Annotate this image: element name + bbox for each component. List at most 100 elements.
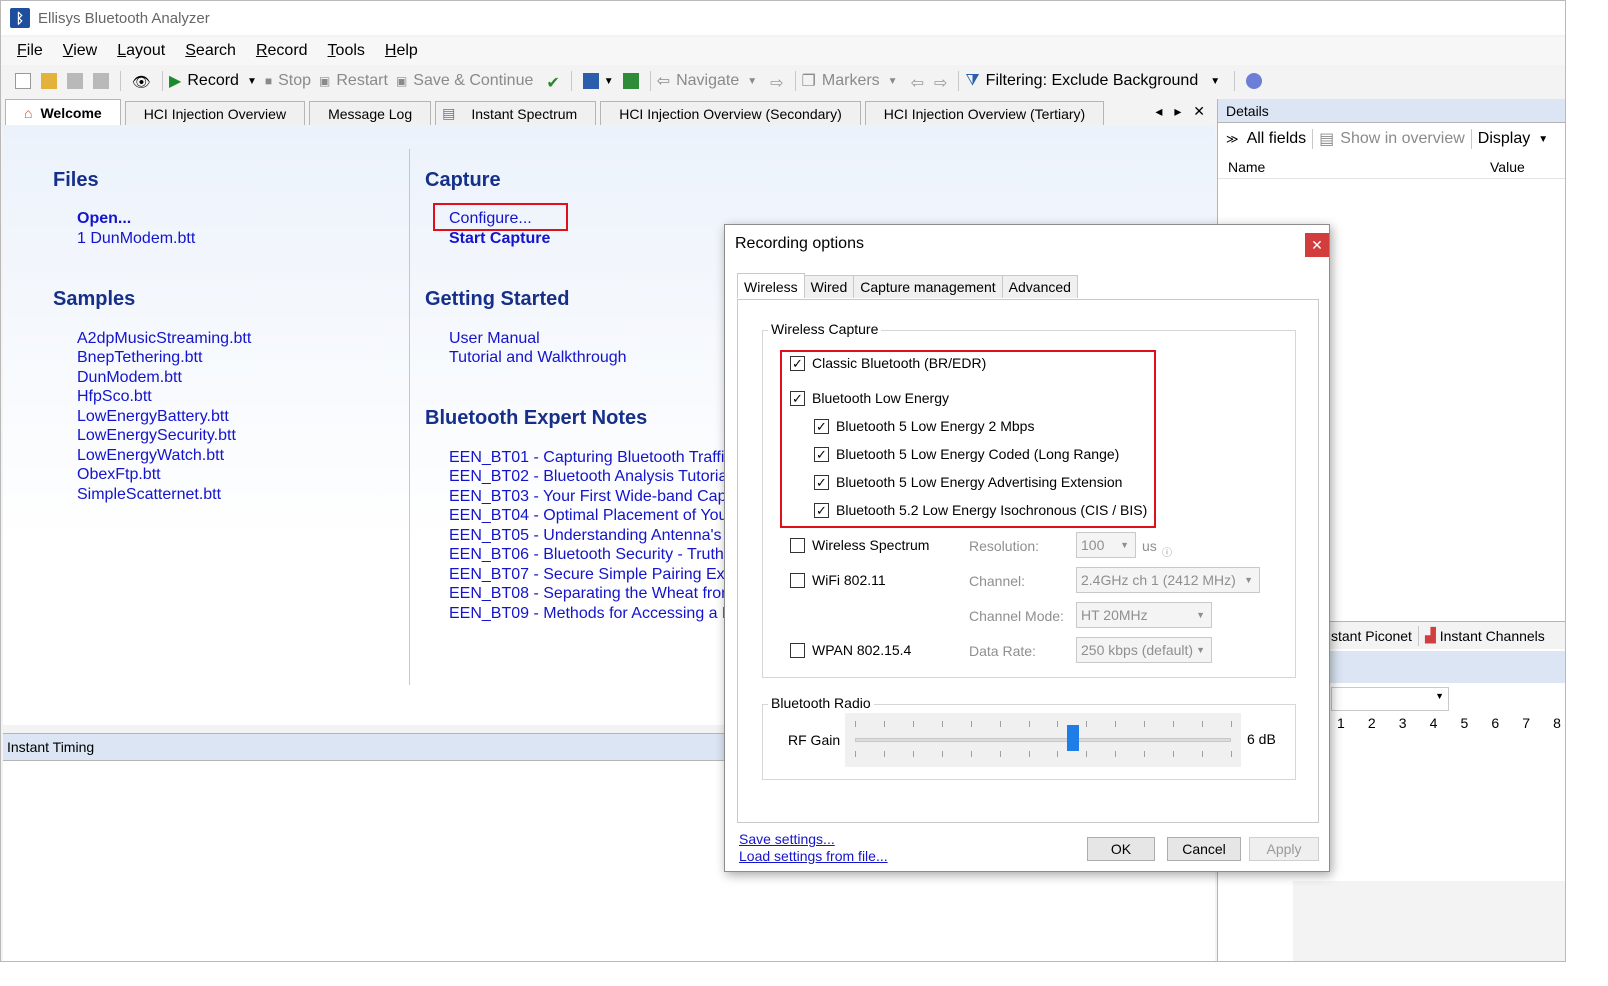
- stop-button[interactable]: ■ Stop: [265, 72, 311, 90]
- sample-link[interactable]: LowEnergySecurity.btt: [77, 426, 236, 446]
- save-all-icon[interactable]: [93, 73, 109, 89]
- open-folder-icon[interactable]: [41, 73, 57, 89]
- tab-scroll-right-icon[interactable]: ▸: [1174, 103, 1181, 119]
- help-shield-icon[interactable]: [1246, 73, 1263, 89]
- menu-tools[interactable]: Tools: [328, 42, 365, 60]
- column-value[interactable]: Value: [1490, 159, 1525, 175]
- tab-instant-spectrum[interactable]: ▤ Instant Spectrum: [435, 101, 597, 125]
- tab-capture-management[interactable]: Capture management: [853, 275, 1003, 298]
- wireless-spectrum-checkbox[interactable]: Wireless Spectrum: [790, 537, 929, 553]
- wifi-checkbox[interactable]: WiFi 802.11: [790, 572, 886, 588]
- cancel-button[interactable]: Cancel: [1167, 837, 1241, 861]
- recent-file-link[interactable]: 1 DunModem.btt: [77, 229, 195, 249]
- tab-message-log[interactable]: Message Log: [309, 101, 432, 125]
- expert-note-link[interactable]: EEN_BT03 - Your First Wide-band Captu: [449, 487, 740, 507]
- tab-hci-injection-overview[interactable]: HCI Injection Overview: [124, 101, 306, 125]
- data-rate-select[interactable]: 250 kbps (default) ▼: [1076, 637, 1212, 663]
- sample-link[interactable]: DunModem.btt: [77, 368, 182, 388]
- close-icon[interactable]: ✕: [1193, 103, 1205, 119]
- resolution-select[interactable]: 100 ▼: [1076, 532, 1136, 558]
- new-file-icon[interactable]: [15, 73, 31, 89]
- start-capture-link[interactable]: Start Capture: [449, 229, 550, 249]
- expert-note-link[interactable]: EEN_BT06 - Bluetooth Security - Truths: [449, 545, 732, 565]
- show-in-overview-button[interactable]: Show in overview: [1340, 130, 1465, 148]
- expert-note-link[interactable]: EEN_BT09 - Methods for Accessing a Lin: [449, 604, 743, 624]
- menu-file[interactable]: File: [17, 42, 43, 60]
- tab-hci-injection-secondary[interactable]: HCI Injection Overview (Secondary): [600, 101, 861, 125]
- markers-button[interactable]: ❐ Markers ▼: [802, 71, 898, 91]
- instant-timing-header: Instant Timing: [3, 733, 733, 761]
- ble-isochronous-checkbox[interactable]: ✓ Bluetooth 5.2 Low Energy Isochronous (C…: [814, 502, 1147, 518]
- menu-help[interactable]: Help: [385, 42, 418, 60]
- sample-link[interactable]: ObexFtp.btt: [77, 465, 161, 485]
- chevron-down-icon[interactable]: ▼: [1538, 134, 1548, 145]
- slider-thumb[interactable]: [1067, 725, 1080, 751]
- tab-instant-piconet[interactable]: stant Piconet: [1331, 628, 1412, 644]
- save-continue-button[interactable]: ▣ Save & Continue: [396, 72, 533, 90]
- filtering-button[interactable]: ⧩ Filtering: Exclude Background ▼: [965, 72, 1220, 90]
- open-link[interactable]: Open...: [77, 209, 131, 229]
- ok-button[interactable]: OK: [1087, 837, 1155, 861]
- expert-note-link[interactable]: EEN_BT08 - Separating the Wheat from: [449, 584, 734, 604]
- sample-link[interactable]: LowEnergyBattery.btt: [77, 407, 229, 427]
- channel-select[interactable]: 2.4GHz ch 1 (2412 MHz) ▼: [1076, 567, 1260, 593]
- rf-gain-slider[interactable]: [845, 713, 1241, 767]
- menu-view[interactable]: View: [63, 42, 97, 60]
- apply-button[interactable]: Apply: [1249, 837, 1319, 861]
- expert-note-link[interactable]: EEN_BT02 - Bluetooth Analysis Tutorial: [449, 467, 731, 487]
- channels-dropdown[interactable]: ▼: [1331, 687, 1449, 711]
- dialog-close-icon[interactable]: ✕: [1305, 233, 1329, 257]
- save-icon[interactable]: [67, 73, 83, 89]
- set-icon[interactable]: [582, 73, 599, 89]
- sample-link[interactable]: HfpSco.btt: [77, 387, 152, 407]
- sample-link[interactable]: A2dpMusicStreaming.btt: [77, 329, 251, 349]
- configure-link[interactable]: Configure...: [449, 209, 532, 229]
- menu-layout[interactable]: Layout: [117, 42, 165, 60]
- tab-wireless[interactable]: Wireless: [737, 273, 805, 298]
- navigate-button[interactable]: ⇦ Navigate ▼: [657, 71, 757, 91]
- sample-link[interactable]: BnepTethering.btt: [77, 348, 202, 368]
- all-fields-button[interactable]: All fields: [1247, 130, 1307, 148]
- sample-link[interactable]: LowEnergyWatch.btt: [77, 446, 224, 466]
- ble-2mbps-checkbox[interactable]: ✓ Bluetooth 5 Low Energy 2 Mbps: [814, 418, 1034, 434]
- tab-advanced[interactable]: Advanced: [1001, 275, 1078, 298]
- menu-record[interactable]: Record: [256, 42, 308, 60]
- marker-next-icon[interactable]: ⇨: [934, 73, 947, 92]
- check-icon[interactable]: ✔: [546, 73, 559, 92]
- chevron-down-icon[interactable]: ▼: [604, 76, 614, 87]
- reset-icon[interactable]: [622, 73, 639, 89]
- save-settings-link[interactable]: Save settings...: [739, 831, 835, 847]
- menu-search[interactable]: Search: [185, 42, 236, 60]
- home-icon: ⌂: [24, 104, 33, 121]
- expert-note-link[interactable]: EEN_BT07 - Secure Simple Pairing Expl: [449, 565, 737, 585]
- expert-note-link[interactable]: EEN_BT01 - Capturing Bluetooth Traffic,: [449, 448, 737, 468]
- ble-checkbox[interactable]: ✓ Bluetooth Low Energy: [790, 390, 949, 406]
- expert-note-link[interactable]: EEN_BT04 - Optimal Placement of Your: [449, 506, 733, 526]
- ble-adv-ext-checkbox[interactable]: ✓ Bluetooth 5 Low Energy Advertising Exte…: [814, 474, 1122, 490]
- load-settings-link[interactable]: Load settings from file...: [739, 848, 888, 864]
- column-name[interactable]: Name: [1228, 159, 1490, 175]
- tab-hci-injection-tertiary[interactable]: HCI Injection Overview (Tertiary): [864, 101, 1105, 125]
- display-button[interactable]: Display: [1478, 130, 1530, 148]
- channel-number: 1: [1337, 715, 1345, 731]
- channel-mode-select[interactable]: HT 20MHz ▼: [1076, 602, 1212, 628]
- details-header: Details: [1218, 99, 1565, 123]
- collapse-icon[interactable]: ≫: [1226, 132, 1239, 146]
- binoculars-icon[interactable]: 👁: [132, 73, 151, 91]
- tutorial-link[interactable]: Tutorial and Walkthrough: [449, 348, 627, 368]
- tab-scroll-left-icon[interactable]: ◂: [1155, 103, 1162, 119]
- record-button[interactable]: ▶ Record ▼: [169, 71, 257, 91]
- ble-coded-checkbox[interactable]: ✓ Bluetooth 5 Low Energy Coded (Long Rang…: [814, 446, 1119, 462]
- wpan-checkbox[interactable]: WPAN 802.15.4: [790, 642, 911, 658]
- expert-note-link[interactable]: EEN_BT05 - Understanding Antenna's R: [449, 526, 738, 546]
- restart-button[interactable]: ▣ Restart: [319, 72, 388, 90]
- toolbar-separator: [958, 71, 960, 91]
- sample-link[interactable]: SimpleScatternet.btt: [77, 485, 221, 505]
- tab-welcome[interactable]: ⌂ Welcome: [5, 99, 121, 125]
- user-manual-link[interactable]: User Manual: [449, 329, 540, 349]
- classic-bluetooth-checkbox[interactable]: ✓ Classic Bluetooth (BR/EDR): [790, 355, 986, 371]
- marker-prev-icon[interactable]: ⇦: [911, 73, 924, 92]
- tab-wired[interactable]: Wired: [803, 275, 855, 298]
- navigate-next-icon[interactable]: ⇨: [770, 73, 783, 92]
- tab-instant-channels[interactable]: Instant Channels: [1440, 628, 1545, 644]
